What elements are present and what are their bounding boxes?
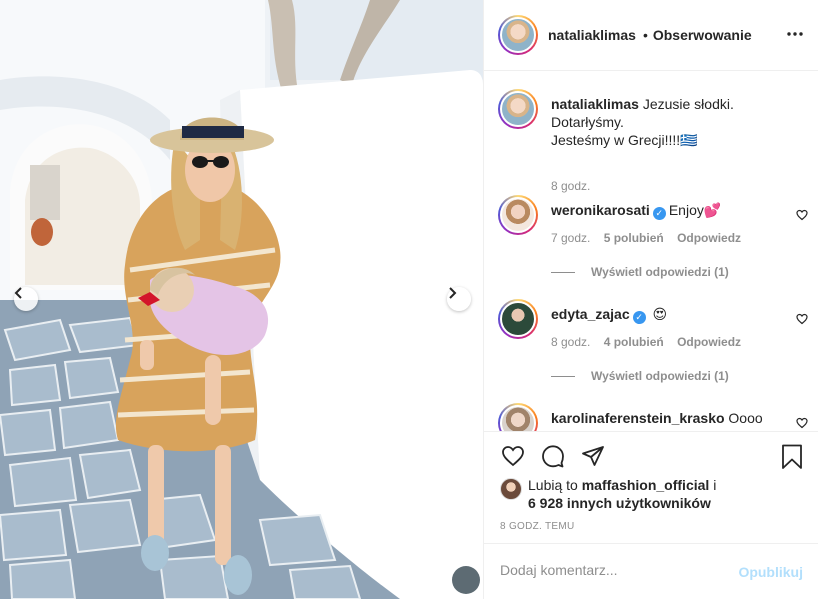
previous-photo-button[interactable] (14, 287, 38, 311)
view-replies-button[interactable]: Wyświetl odpowiedzi (1) (551, 265, 729, 279)
add-comment-bar: Opublikuj (484, 543, 818, 599)
chevron-left-icon (14, 287, 22, 299)
likes-prefix: Lubią to (528, 477, 578, 493)
comment-input[interactable] (500, 562, 720, 578)
likes-others-count[interactable]: 6 928 innych użytkowników (528, 495, 711, 511)
caption-time: 8 godz. (551, 179, 591, 193)
comment-time: 8 godz. (551, 335, 591, 349)
post-timestamp[interactable]: 8 GODZ. TEMU (500, 521, 575, 532)
publish-button[interactable]: Opublikuj (738, 564, 803, 580)
more-options-icon[interactable] (787, 26, 803, 42)
caption-text-1: Jezusie słodki. (642, 96, 734, 112)
verified-badge-icon: ✓ (632, 311, 646, 324)
post-photo (0, 0, 483, 599)
reply-button[interactable]: Odpowiedz (677, 231, 741, 245)
following-button[interactable]: Obserwowanie (653, 27, 752, 43)
chevron-right-icon (449, 287, 457, 299)
post-header: nataliaklimas • Obserwowanie (484, 0, 818, 71)
comment-text: 😍 (652, 306, 668, 322)
comment-likes-count[interactable]: 5 polubień (604, 231, 664, 245)
post-actions: Lubią to maffashion_official i 6 928 inn… (484, 431, 818, 543)
comment-username[interactable]: edyta_zajac (551, 306, 630, 322)
liker-username[interactable]: maffashion_official (582, 477, 710, 493)
photo-scene (0, 0, 483, 599)
replies-divider (551, 376, 575, 378)
view-replies-label: Wyświetl odpowiedzi (1) (591, 369, 729, 383)
replies-divider (551, 272, 575, 274)
comment-avatar[interactable] (498, 299, 538, 339)
likes-conjunction: i (713, 477, 717, 493)
comment-text: Oooo (728, 410, 763, 426)
view-replies-label: Wyświetl odpowiedzi (1) (591, 265, 729, 279)
share-paper-plane-icon[interactable] (580, 444, 606, 468)
comment-like-heart-icon[interactable] (796, 209, 808, 221)
comment-time: 7 godz. (551, 231, 591, 245)
liker-avatar[interactable] (500, 478, 522, 500)
comment-bubble-icon[interactable] (540, 444, 566, 468)
view-replies-button[interactable]: Wyświetl odpowiedzi (1) (551, 369, 729, 383)
header-separator: • (642, 27, 648, 43)
author-avatar[interactable] (498, 15, 538, 55)
save-bookmark-icon[interactable] (780, 444, 804, 470)
caption-avatar[interactable] (498, 89, 538, 129)
caption-username[interactable]: nataliaklimas (551, 96, 639, 112)
next-photo-button[interactable] (447, 287, 471, 311)
caption-text-2: Dotarłyśmy. (551, 114, 624, 130)
verified-badge-icon: ✓ (652, 207, 666, 220)
comments-list[interactable]: nataliaklimas Jezusie słodki. Dotarłyśmy… (484, 71, 818, 431)
comment-like-heart-icon[interactable] (796, 417, 808, 429)
comment-likes-count[interactable]: 4 polubień (604, 335, 664, 349)
reply-button[interactable]: Odpowiedz (677, 335, 741, 349)
comment-like-heart-icon[interactable] (796, 313, 808, 325)
comment-avatar[interactable] (498, 195, 538, 235)
caption-text-3: Jesteśmy w Grecji!!!!🇬🇷 (551, 132, 698, 148)
comment-username[interactable]: karolinaferenstein_krasko (551, 410, 725, 426)
like-heart-icon[interactable] (500, 444, 526, 468)
comment-username[interactable]: weronikarosati (551, 202, 650, 218)
comment-text: Enjoy💕 (668, 202, 722, 218)
author-username[interactable]: nataliaklimas (548, 27, 636, 43)
comment-avatar[interactable] (498, 403, 538, 431)
post-panel: nataliaklimas • Obserwowanie nataliaklim… (483, 0, 818, 599)
